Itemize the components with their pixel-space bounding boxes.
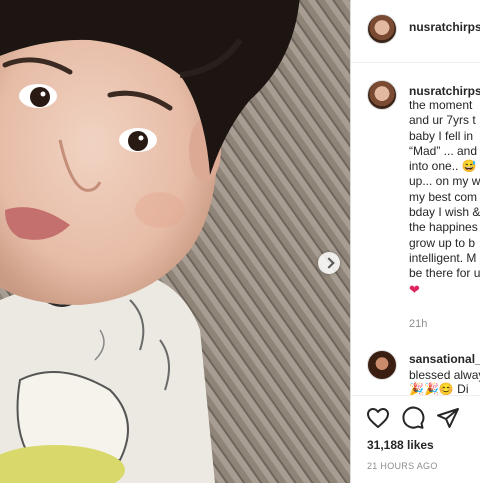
post-header: nusratchirps — [351, 0, 480, 63]
caption-line: intelligent. M — [409, 250, 477, 265]
caption-line-text: into one.. — [409, 159, 459, 174]
caption-author-avatar[interactable] — [367, 80, 397, 110]
comment-icon[interactable] — [401, 406, 425, 430]
comment-text-continued: 🎉🎉😊 Di — [409, 382, 469, 396]
caption-line: the moment — [409, 98, 473, 112]
red-heart-emoji: ❤ — [409, 281, 420, 297]
post-side-panel: nusratchirps nusratchirps the moment and… — [350, 0, 480, 483]
commenter-username[interactable]: sansational_p — [409, 352, 480, 366]
comment-tail: Di — [457, 382, 469, 396]
author-avatar[interactable] — [367, 14, 397, 44]
caption-line: and ur 7yrs t — [409, 113, 476, 128]
commenter-avatar[interactable] — [367, 350, 397, 380]
caption-line: up... on my w — [409, 174, 480, 189]
post-date[interactable]: 21 HOURS AGO — [367, 461, 438, 471]
heart-icon[interactable] — [366, 406, 390, 430]
post-photo[interactable] — [0, 0, 350, 483]
caption-line: grow up to b — [409, 235, 476, 250]
share-icon[interactable] — [436, 406, 460, 430]
caption-line: be there for u — [409, 266, 480, 281]
comment-emojis: 🎉🎉😊 — [409, 382, 454, 396]
photo-image — [0, 0, 350, 483]
comment-text: blessed alway — [409, 368, 480, 382]
post-actions: 31,188 likes 21 HOURS AGO — [351, 395, 480, 483]
likes-count[interactable]: 31,188 likes — [367, 438, 434, 452]
caption-line: my best com — [409, 189, 478, 204]
caption-line: baby I fell in — [409, 128, 474, 143]
caption-author-username[interactable]: nusratchirps — [409, 84, 480, 98]
caption-line: the happines — [409, 220, 478, 235]
sweat-smile-emoji: 😅 — [461, 159, 477, 174]
post-caption: the moment and ur 7yrs t baby I fell in … — [409, 98, 480, 297]
caption-line: “Mad” ... and — [409, 143, 478, 158]
caption-line: into one.. 😅 — [409, 159, 480, 174]
caption-timestamp[interactable]: 21h — [409, 318, 427, 330]
caption-line: bday I wish & — [409, 205, 480, 220]
author-username[interactable]: nusratchirps — [409, 20, 480, 34]
caption-line: ❤ — [409, 282, 480, 297]
next-photo-button[interactable] — [318, 252, 340, 274]
